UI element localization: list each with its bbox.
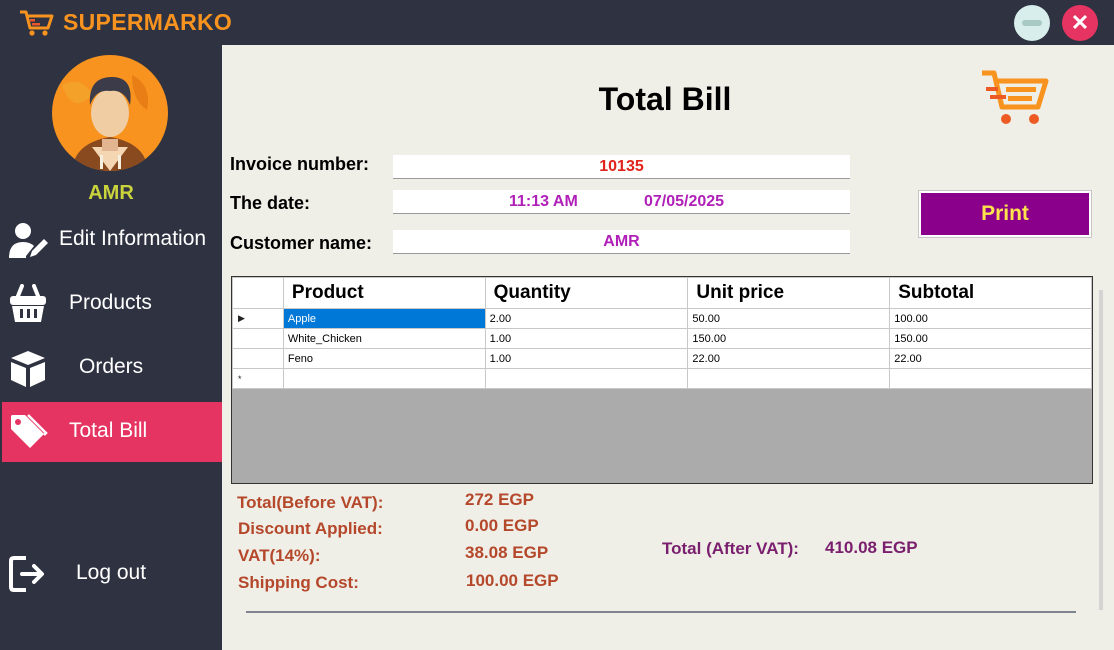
vertical-scrollbar[interactable] [1099,290,1103,610]
table-cell[interactable]: Apple [282,308,486,329]
shopping-cart-icon [982,70,1049,124]
discount-applied-label: Discount Applied: [238,519,383,538]
column-header-product[interactable]: Product [282,277,486,309]
table-cell[interactable]: 150.00 [687,328,891,349]
sidebar-item-orders[interactable]: Orders [2,338,222,398]
discount-applied-value: 0.00 EGP [465,516,539,535]
row-header-corner [232,277,284,309]
table-cell[interactable]: 1.00 [484,328,689,349]
date-time-value: 11:13 AM [509,193,578,210]
box-icon [11,351,45,387]
sidebar: AMR Edit Information Products Orders Tot… [0,45,222,650]
sidebar-item-label: Total Bill [69,419,148,442]
close-icon: ✕ [1070,10,1090,35]
sidebar-item-products[interactable]: Products [2,274,222,334]
column-header-unit-price[interactable]: Unit price [687,277,891,309]
date-label: The date: [230,193,311,213]
sidebar-item-label: Orders [79,355,144,378]
table-cell[interactable]: 2.00 [484,308,689,329]
customer-name-label: Customer name: [230,233,373,253]
avatar [52,55,168,171]
new-row[interactable]: * [232,368,1092,389]
table-cell[interactable]: 100.00 [889,308,1092,329]
horizontal-scrollbar[interactable] [246,611,1076,613]
table-cell[interactable]: 50.00 [687,308,891,329]
table-row[interactable]: ▶ Apple 2.00 50.00 100.00 [232,308,1092,329]
logout-icon [9,556,44,592]
customer-name-field[interactable]: AMR [393,230,850,254]
vat-value: 38.08 EGP [465,543,549,562]
row-header[interactable]: * [232,368,284,389]
table-cell[interactable]: 22.00 [687,348,891,369]
sidebar-item-log-out[interactable]: Log out [2,544,222,604]
vat-label: VAT(14%): [238,546,321,565]
row-header[interactable] [232,328,284,349]
user-name: AMR [88,182,134,204]
new-row-marker-icon: * [238,373,242,384]
minimize-icon [1022,20,1042,26]
table-cell[interactable] [484,368,689,389]
table-cell[interactable]: 22.00 [889,348,1092,369]
sidebar-item-label: Log out [76,561,147,584]
user-edit-icon [9,223,48,258]
close-button[interactable]: ✕ [1062,5,1098,41]
title-bar: SUPERMARKO ✕ [0,0,1114,45]
table-cell[interactable]: 1.00 [484,348,689,369]
current-row-marker-icon: ▶ [238,313,245,323]
sidebar-item-total-bill[interactable]: Total Bill [2,402,222,462]
sidebar-item-label: Edit Information [59,227,207,250]
page-title: Total Bill [598,81,732,117]
total-before-vat-label: Total(Before VAT): [237,493,384,512]
main-panel: Total Bill Invoice number: 10135 The dat… [222,45,1114,650]
table-cell[interactable] [687,368,891,389]
table-cell[interactable] [889,368,1092,389]
table-cell[interactable]: 150.00 [889,328,1092,349]
table-cell[interactable]: Feno [282,348,486,369]
total-after-vat-label: Total (After VAT): [662,539,799,558]
invoice-number-field[interactable]: 10135 [393,155,850,179]
date-day-value: 07/05/2025 [644,193,725,210]
bill-table: Product Quantity Unit price Subtotal ▶ A… [232,277,1092,389]
minimize-button[interactable] [1014,5,1050,41]
bill-data-grid[interactable]: Product Quantity Unit price Subtotal ▶ A… [231,276,1093,484]
table-row[interactable]: White_Chicken 1.00 150.00 150.00 [232,328,1092,349]
row-header[interactable]: ▶ [232,308,284,329]
column-header-subtotal[interactable]: Subtotal [889,277,1092,309]
sidebar-item-edit-information[interactable]: Edit Information [2,210,222,270]
column-header-quantity[interactable]: Quantity [484,277,689,309]
table-header-row: Product Quantity Unit price Subtotal [232,277,1092,309]
table-cell[interactable]: White_Chicken [282,328,486,349]
table-cell[interactable] [282,368,486,389]
invoice-number-label: Invoice number: [230,154,370,174]
tag-icon [11,414,48,448]
cart-logo-icon [20,10,54,36]
row-header[interactable] [232,348,284,369]
shipping-cost-label: Shipping Cost: [238,573,359,592]
app-title: SUPERMARKO [63,9,233,35]
table-row[interactable]: Feno 1.00 22.00 22.00 [232,348,1092,369]
basket-icon [10,284,46,322]
shipping-cost-value: 100.00 EGP [466,571,559,590]
date-field[interactable]: 11:13 AM 07/05/2025 [393,190,850,214]
sidebar-item-label: Products [69,291,152,314]
total-before-vat-value: 272 EGP [465,490,534,509]
total-after-vat-value: 410.08 EGP [825,538,918,557]
print-button[interactable]: Print [918,190,1092,238]
